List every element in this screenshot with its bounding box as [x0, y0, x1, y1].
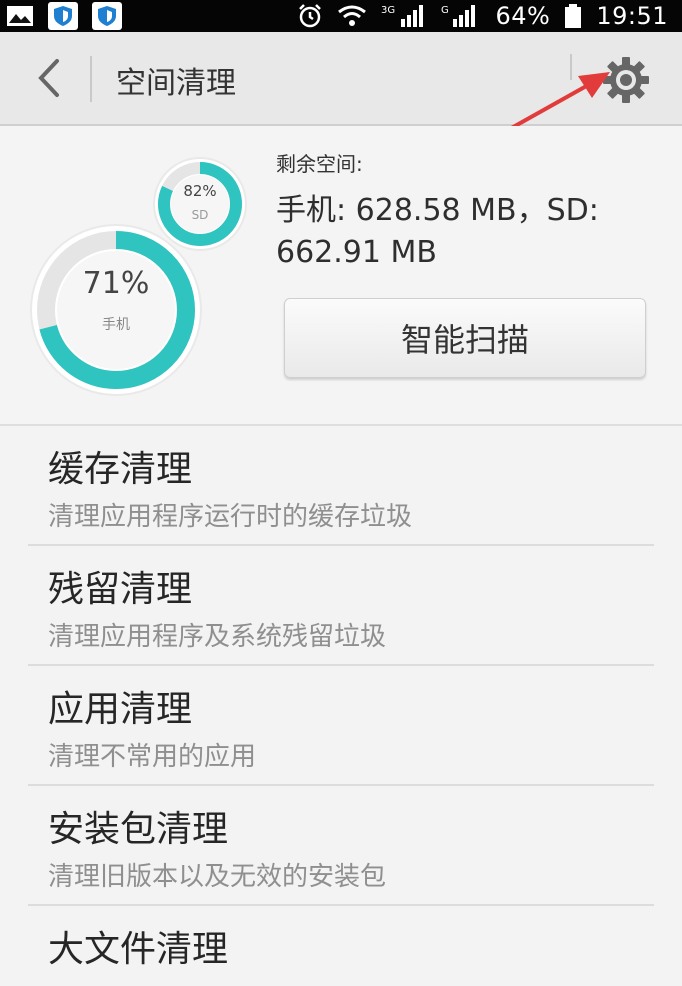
- list-item-title: 缓存清理: [48, 449, 193, 490]
- shield-notification-icon: [48, 2, 78, 30]
- svg-text:G: G: [441, 5, 449, 16]
- battery-percent: 64%: [495, 2, 551, 30]
- storage-panel: 71% 手机 82% SD 剩余空间: 手机: 628.58 MB，SD: 66…: [0, 126, 682, 426]
- clock: 19:51: [596, 2, 668, 30]
- list-item-subtitle: 清理旧版本以及无效的安装包: [48, 862, 387, 892]
- list-item-cache-cleanup[interactable]: 缓存清理 清理应用程序运行时的缓存垃圾: [28, 426, 654, 546]
- list-item-apk-cleanup[interactable]: 安装包清理 清理旧版本以及无效的安装包: [28, 786, 654, 906]
- back-button[interactable]: [24, 54, 72, 102]
- chevron-left-icon: [38, 59, 59, 97]
- signal-g-icon: G: [441, 3, 481, 29]
- list-item-large-file-cleanup[interactable]: 大文件清理: [28, 906, 654, 970]
- list-item-subtitle: 清理不常用的应用: [48, 742, 257, 772]
- battery-icon: [564, 4, 582, 28]
- list-item-residual-cleanup[interactable]: 残留清理 清理应用程序及系统残留垃圾: [28, 546, 654, 666]
- image-notification-icon: [6, 4, 34, 28]
- remaining-space-label: 剩余空间:: [276, 152, 363, 176]
- wifi-icon: [337, 4, 367, 28]
- phone-storage-percent: 71%: [82, 266, 150, 301]
- list-item-title: 大文件清理: [48, 929, 229, 970]
- phone-storage-label: 手机: [102, 317, 130, 333]
- action-bar: 空间清理: [0, 32, 682, 126]
- list-item-app-cleanup[interactable]: 应用清理 清理不常用的应用: [28, 666, 654, 786]
- sd-storage-label: SD: [191, 208, 209, 222]
- gear-icon: [603, 57, 649, 103]
- signal-3g-icon: 3G: [381, 3, 427, 29]
- list-item-title: 应用清理: [48, 689, 193, 730]
- divider: [570, 54, 572, 80]
- svg-text:3G: 3G: [381, 5, 395, 16]
- page-title: 空间清理: [116, 66, 236, 101]
- settings-button[interactable]: [598, 52, 654, 108]
- divider: [90, 56, 92, 102]
- cleanup-list: 缓存清理 清理应用程序运行时的缓存垃圾 残留清理 清理应用程序及系统残留垃圾 应…: [0, 426, 682, 970]
- sd-storage-percent: 82%: [183, 182, 217, 200]
- remaining-space-value: 手机: 628.58 MB，SD: 662.91 MB: [276, 193, 599, 270]
- list-item-subtitle: 清理应用程序运行时的缓存垃圾: [48, 502, 413, 532]
- sd-storage-ring: [153, 157, 247, 251]
- shield-notification-icon-2: [92, 2, 122, 30]
- list-item-title: 安装包清理: [48, 809, 229, 850]
- status-bar: 3G G 64% 19:51: [0, 0, 682, 32]
- smart-scan-button[interactable]: 智能扫描: [284, 298, 646, 378]
- alarm-icon: [297, 3, 323, 29]
- list-item-subtitle: 清理应用程序及系统残留垃圾: [48, 622, 387, 652]
- list-item-title: 残留清理: [48, 569, 193, 610]
